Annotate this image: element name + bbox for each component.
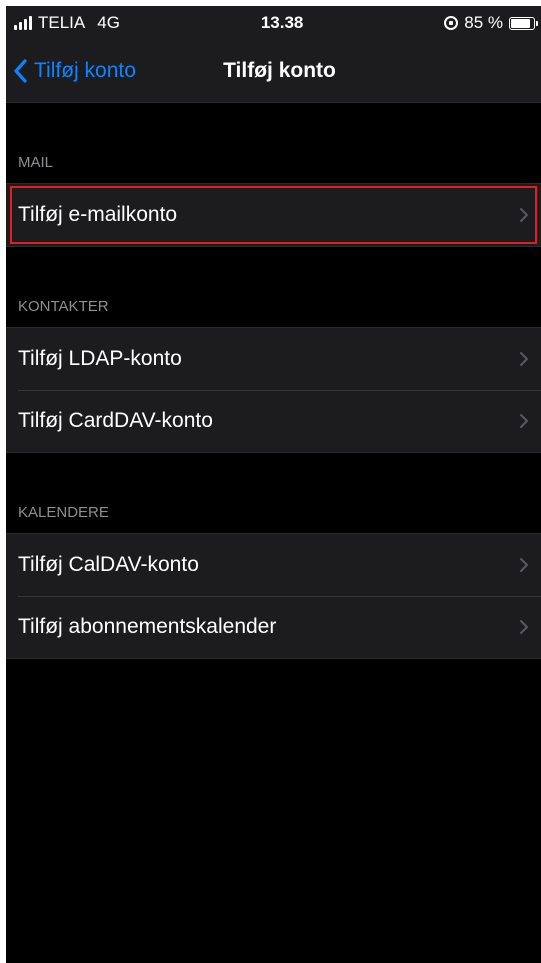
phone-screen: TELIA 4G 13.38 85 % Tilføj konto Tilføj … — [6, 6, 541, 963]
chevron-right-icon — [520, 620, 528, 634]
chevron-right-icon — [520, 208, 528, 222]
list-item[interactable]: Tilføj CardDAV-konto — [6, 390, 541, 452]
orientation-lock-icon — [444, 16, 459, 30]
battery-icon — [508, 16, 538, 30]
list-item-label: Tilføj abonnementskalender — [18, 615, 277, 638]
section-header: MAIL — [18, 154, 54, 171]
section-group: Tilføj LDAP-konto Tilføj CardDAV-konto — [6, 327, 541, 453]
list-item-label: Tilføj LDAP-konto — [18, 347, 182, 370]
list-item-label: Tilføj CalDAV-konto — [18, 553, 199, 576]
page-title: Tilføj konto — [223, 59, 336, 82]
section-group: Tilføj e-mailkonto — [6, 183, 541, 247]
section-group: Tilføj CalDAV-konto Tilføj abonnementskal… — [6, 533, 541, 659]
list-item[interactable]: Tilføj LDAP-konto — [6, 328, 541, 390]
section-header: KALENDERE — [18, 504, 109, 521]
carrier-label: TELIA — [38, 13, 86, 32]
chevron-right-icon — [520, 558, 528, 572]
status-bar: TELIA 4G 13.38 85 % — [6, 6, 541, 40]
network-label: 4G — [97, 13, 120, 32]
list-item-label: Tilføj CardDAV-konto — [18, 409, 213, 432]
list-item[interactable]: Tilføj CalDAV-konto — [6, 534, 541, 596]
list-item[interactable]: Tilføj e-mailkonto — [6, 184, 541, 246]
navigation-bar: Tilføj konto Tilføj konto — [6, 40, 541, 103]
list-item-label: Tilføj e-mailkonto — [18, 203, 178, 226]
status-right: 85 % — [444, 13, 538, 33]
status-left: TELIA 4G — [14, 13, 120, 33]
chevron-right-icon — [520, 352, 528, 366]
battery-percent: 85 % — [464, 13, 503, 32]
chevron-right-icon — [520, 414, 528, 428]
settings-list: MAIL Tilføj e-mailkonto KONTAKTER Tilføj LD… — [6, 103, 541, 659]
status-time: 13.38 — [260, 13, 304, 32]
list-item[interactable]: Tilføj abonnementskalender — [6, 596, 541, 658]
section-header: KONTAKTER — [18, 298, 109, 315]
signal-bars-icon — [14, 16, 32, 30]
